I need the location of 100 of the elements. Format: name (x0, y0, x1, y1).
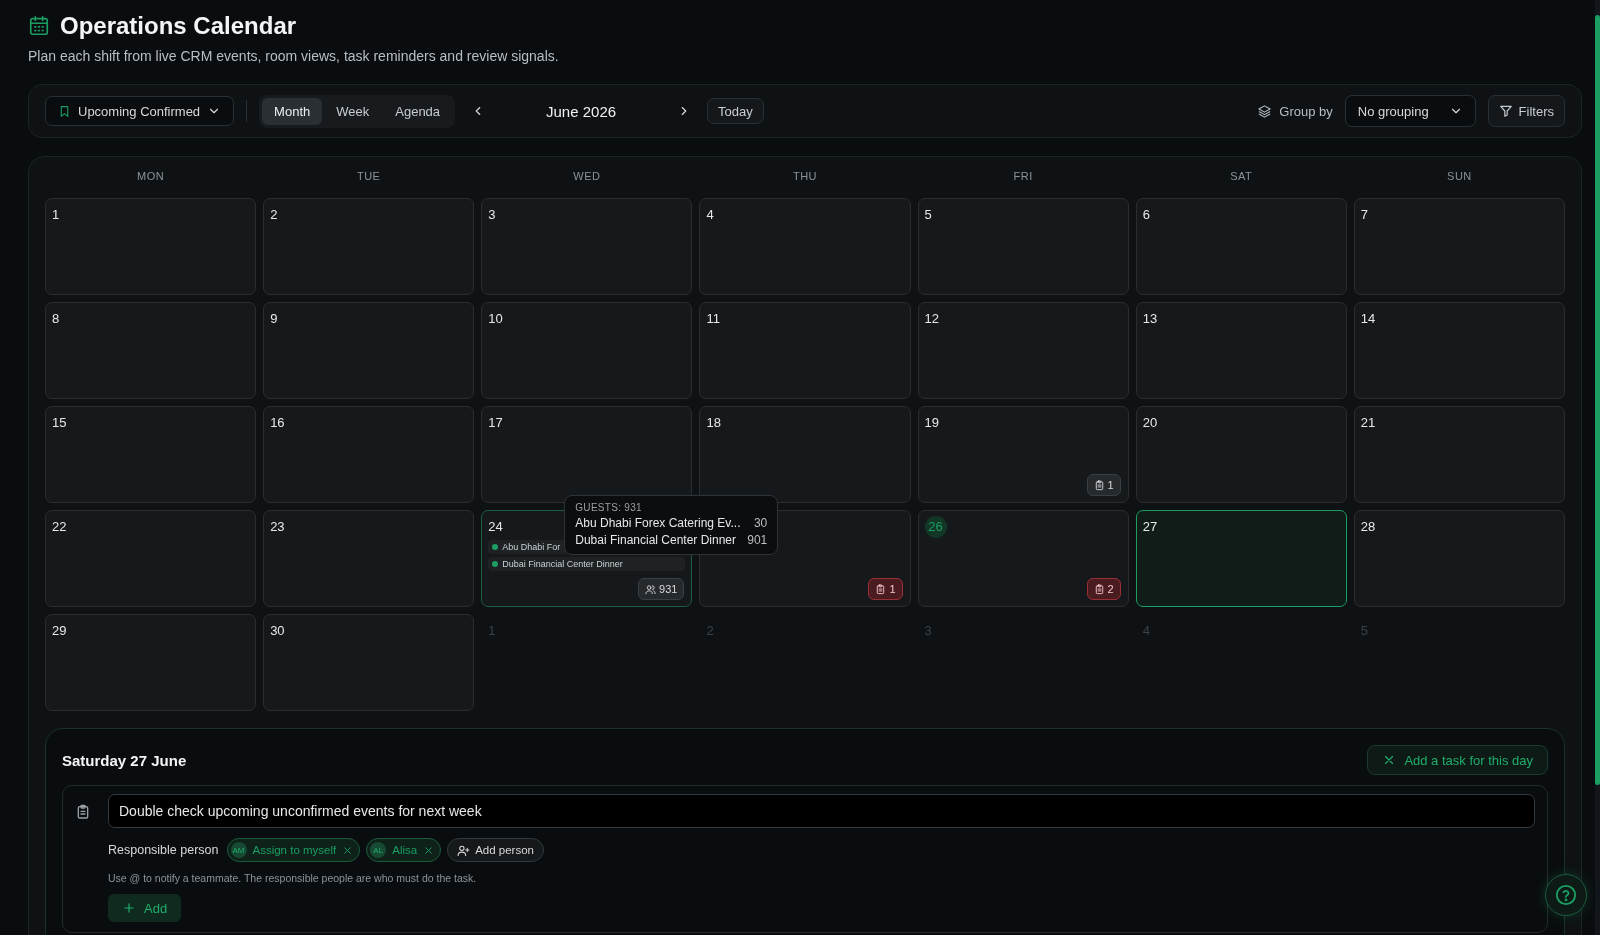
day-number: 5 (924, 207, 932, 222)
weekday-label: MON (136, 169, 166, 184)
clipboard-icon (1093, 479, 1105, 491)
day-number: 15 (52, 415, 67, 430)
day-number: 21 (1360, 415, 1376, 430)
day-cell[interactable]: 7 (1353, 198, 1565, 295)
day-cell[interactable]: 15 (45, 406, 257, 503)
tooltip-title: GUESTS: 931 (575, 502, 643, 513)
day-number: 12 (924, 311, 940, 326)
people-icon (645, 583, 657, 595)
person-chip[interactable]: AM Assign to myself (226, 838, 361, 862)
weekday-label: TUE (355, 169, 382, 184)
add-button[interactable]: Add (108, 894, 182, 922)
hint-text: Use @ to notify a teammate. The responsible people are who must do the task. (108, 872, 478, 884)
add-task-button[interactable]: Add a task for this day (1367, 745, 1548, 775)
day-cell[interactable]: 14 (1353, 302, 1565, 399)
task-input-field[interactable]: Double check upcoming unconfirmed events for next week (108, 794, 1535, 828)
day-cell[interactable]: 9 (263, 302, 475, 399)
clipboard-icon (75, 804, 91, 820)
day-cell[interactable]: 22 (45, 510, 257, 607)
view-tab[interactable]: Month (262, 97, 323, 125)
guest-count: 901 (747, 533, 768, 547)
day-number: 24 (488, 519, 503, 534)
day-cell[interactable]: 5 (917, 198, 1129, 295)
task-count-badge[interactable]: 2 (1086, 578, 1121, 600)
responsible-label: Responsible person (108, 843, 219, 857)
bookmark-icon (58, 104, 71, 118)
day-number: 28 (1360, 519, 1376, 534)
day-number: 23 (270, 519, 285, 534)
day-cell[interactable]: 2 (263, 198, 475, 295)
group-by-select[interactable]: No grouping (1344, 95, 1476, 127)
day-number: 17 (488, 415, 503, 430)
weekday-label: SAT (1229, 169, 1254, 184)
person-name: Alisa (392, 844, 418, 856)
day-cell[interactable]: 18 (699, 406, 911, 503)
day-cell[interactable]: 21 (1353, 406, 1565, 503)
avatar: AL (370, 842, 387, 858)
guest-count-badge[interactable]: 931 (638, 578, 685, 600)
day-number: 11 (706, 311, 720, 326)
day-cell[interactable]: 4 (699, 198, 911, 295)
filters-button[interactable]: Filters (1487, 95, 1565, 127)
day-cell[interactable]: 16 (263, 406, 475, 503)
day-panel-title: Saturday 27 June (62, 751, 187, 769)
clipboard-icon (875, 583, 887, 595)
day-cell[interactable]: 13 (1135, 302, 1347, 399)
page-title: Operations Calendar (60, 12, 297, 40)
day-cell[interactable]: 26 2 (917, 510, 1129, 607)
add-person-button[interactable]: Add person (447, 838, 544, 862)
day-cell[interactable]: 17 (481, 406, 693, 503)
day-number: 8 (52, 311, 60, 326)
remove-icon[interactable] (342, 844, 354, 856)
day-number: 20 (1142, 415, 1158, 430)
add-user-icon (457, 843, 471, 857)
day-number: 18 (706, 415, 721, 430)
current-period: June 2026 (545, 102, 618, 120)
day-number: 27 (1142, 519, 1158, 534)
remove-icon[interactable] (423, 844, 435, 856)
day-number: 10 (488, 311, 503, 326)
day-number: 13 (1142, 311, 1158, 326)
day-cell[interactable]: 1 (45, 198, 257, 295)
day-cell[interactable]: 28 (1353, 510, 1565, 607)
day-cell[interactable]: 8 (45, 302, 257, 399)
day-number: 6 (1142, 207, 1150, 222)
scrollbar[interactable] (1595, 0, 1600, 935)
event-chip[interactable]: Dubai Financial Center Dinner (488, 557, 686, 571)
weekday-label: WED (572, 169, 602, 184)
day-cell[interactable]: 3 (481, 198, 693, 295)
person-chip[interactable]: AL Alisa (366, 838, 442, 862)
help-icon (1555, 884, 1577, 906)
day-number: 29 (52, 623, 67, 638)
plus-icon (122, 901, 136, 915)
day-cell[interactable]: 11 (699, 302, 911, 399)
day-cell[interactable]: 27 (1135, 510, 1347, 607)
day-number: 30 (270, 623, 285, 638)
day-cell[interactable]: 20 (1135, 406, 1347, 503)
today-marker: 26 (924, 516, 947, 538)
task-count-badge[interactable]: 1 (1086, 474, 1121, 496)
day-cell[interactable]: 12 (917, 302, 1129, 399)
day-number: 4 (706, 207, 714, 222)
day-number: 2 (270, 207, 278, 222)
guest-count: 30 (753, 516, 768, 530)
task-count-badge[interactable]: 1 (868, 578, 903, 600)
weekday-label: SUN (1446, 169, 1473, 184)
saved-view-dropdown[interactable]: Upcoming Confirmed (45, 96, 235, 126)
day-cell[interactable]: 23 (263, 510, 475, 607)
day-cell[interactable]: 19 1 (917, 406, 1129, 503)
weekday-label: THU (791, 169, 819, 184)
day-cell[interactable]: 6 (1135, 198, 1347, 295)
today-button[interactable]: Today (707, 98, 764, 124)
view-tab[interactable]: Agenda (383, 97, 453, 125)
day-cell[interactable]: 29 (45, 614, 257, 711)
day-number: 14 (1360, 311, 1376, 326)
day-cell[interactable]: 10 (481, 302, 693, 399)
view-tab[interactable]: Week (324, 97, 382, 125)
page-subtitle: Plan each shift from live CRM events, room views, task reminders and review signals. (28, 48, 560, 64)
weekday-label: FRI (1012, 169, 1034, 184)
clipboard-icon (1093, 583, 1105, 595)
day-cell[interactable]: 30 (263, 614, 475, 711)
group-by-label: Group by (1279, 103, 1333, 119)
avatar: AM (230, 842, 247, 858)
